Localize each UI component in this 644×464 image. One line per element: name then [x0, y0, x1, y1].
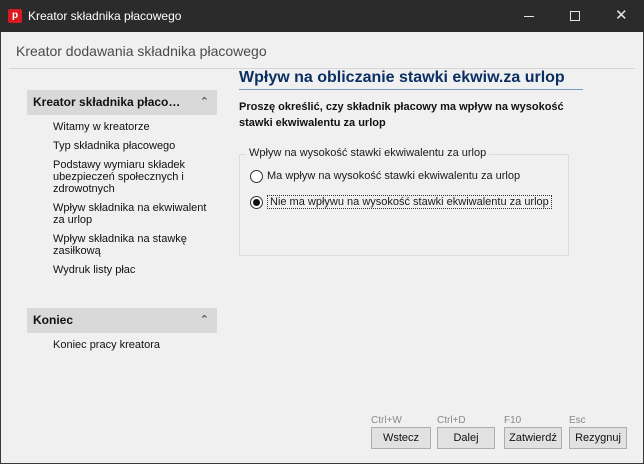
sidebar-item-allowance-rate[interactable]: Wpływ składnika na stawkę zasiłkową — [27, 233, 217, 257]
confirm-button[interactable]: Zatwierdź — [504, 427, 562, 449]
step-title: Wpływ na obliczanie stawki ekwiw.za urlo… — [239, 69, 565, 86]
option-no-impact[interactable]: Nie ma wpływu na wysokość stawki ekwiwal… — [250, 193, 552, 211]
leave-equivalent-groupbox: Wpływ na wysokość stawki ekwiwalentu za … — [239, 147, 569, 256]
sidebar-item-contribution-bases[interactable]: Podstawy wymiaru składek ubezpieczeń spo… — [27, 159, 217, 195]
minimize-button[interactable] — [506, 0, 552, 32]
title-bar[interactable]: p Kreator składnika płacowego ✕ — [0, 0, 644, 32]
option-label: Ma wpływ na wysokość stawki ekwiwalentu … — [267, 170, 521, 182]
maximize-button[interactable] — [552, 0, 598, 32]
maximize-icon — [570, 11, 580, 21]
step-title-underline — [239, 89, 583, 90]
cancel-button[interactable]: Rezygnuj — [569, 427, 627, 449]
collapse-chevron-icon[interactable]: ⌃ — [200, 90, 209, 115]
sidebar-item-payroll-printout[interactable]: Wydruk listy płac — [27, 264, 217, 276]
sidebar-item-component-type[interactable]: Typ składnika płacowego — [27, 140, 217, 152]
collapse-chevron-icon[interactable]: ⌃ — [200, 308, 209, 333]
sidebar-panel-finish: Koniec ⌃ Koniec pracy kreatora — [27, 308, 217, 358]
sidebar-panel-title: Koniec — [33, 313, 74, 327]
shortcut-back: Ctrl+W — [371, 415, 402, 426]
radio-button-selected[interactable] — [250, 195, 263, 209]
shortcut-confirm: F10 — [504, 415, 522, 426]
option-has-impact[interactable]: Ma wpływ na wysokość stawki ekwiwalentu … — [250, 167, 520, 185]
sidebar-panel-header[interactable]: Kreator składnika płaco… ⌃ — [27, 90, 217, 115]
close-icon: ✕ — [615, 7, 628, 24]
radio-button[interactable] — [250, 169, 263, 183]
window-title: Kreator składnika płacowego — [28, 9, 182, 23]
option-label: Nie ma wpływu na wysokość stawki ekwiwal… — [267, 195, 552, 209]
step-question: Proszę określić, czy składnik płacowy ma… — [239, 101, 564, 129]
back-button[interactable]: Wstecz — [371, 427, 431, 449]
sidebar-item-finish-wizard[interactable]: Koniec pracy kreatora — [27, 339, 217, 351]
shortcut-next: Ctrl+D — [437, 415, 466, 426]
sidebar-item-welcome[interactable]: Witamy w kreatorze — [27, 121, 217, 133]
sidebar-item-leave-equivalent[interactable]: Wpływ składnika na ekwiwalent za urlop — [27, 202, 217, 226]
wizard-window: Kreator dodawania składnika płacowego Kr… — [0, 32, 644, 464]
shortcut-cancel: Esc — [569, 415, 586, 426]
sidebar-panel-title: Kreator składnika płaco… — [33, 95, 181, 109]
groupbox-legend: Wpływ na wysokość stawki ekwiwalentu za … — [246, 147, 490, 159]
wizard-header-title: Kreator dodawania składnika płacowego — [16, 43, 267, 59]
sidebar-panel-header[interactable]: Koniec ⌃ — [27, 308, 217, 333]
minimize-icon — [524, 16, 534, 17]
sidebar-panel-steps: Kreator składnika płaco… ⌃ Witamy w krea… — [27, 90, 217, 283]
next-button[interactable]: Dalej — [437, 427, 495, 449]
app-logo-icon: p — [8, 9, 22, 23]
close-button[interactable]: ✕ — [598, 0, 644, 32]
